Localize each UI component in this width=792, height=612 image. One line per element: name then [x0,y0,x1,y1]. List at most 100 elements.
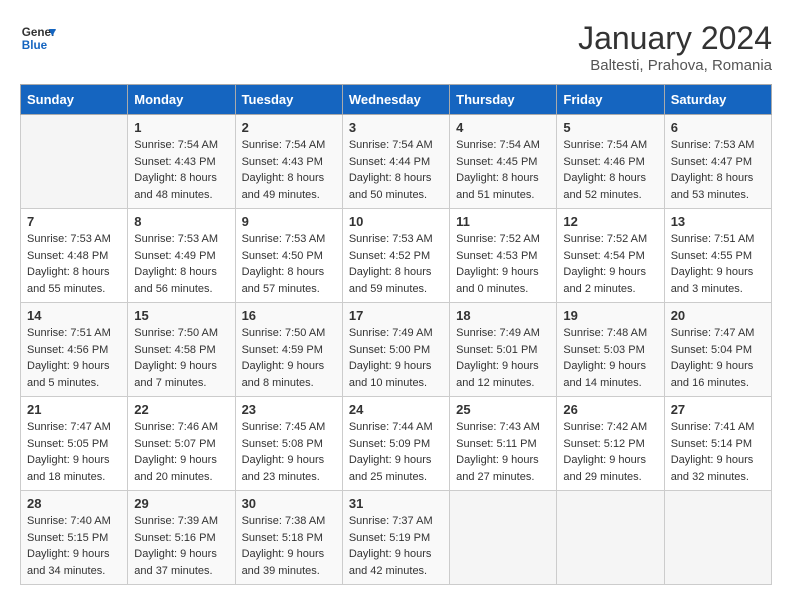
day-info: Sunrise: 7:51 AM Sunset: 4:55 PM Dayligh… [671,231,765,297]
day-info: Sunrise: 7:54 AM Sunset: 4:45 PM Dayligh… [456,137,550,203]
day-number: 16 [242,308,336,323]
calendar-cell: 30 Sunrise: 7:38 AM Sunset: 5:18 PM Dayli… [235,491,342,585]
calendar-cell: 6 Sunrise: 7:53 AM Sunset: 4:47 PM Daylig… [664,115,771,209]
day-info: Sunrise: 7:49 AM Sunset: 5:01 PM Dayligh… [456,325,550,391]
calendar-cell: 12 Sunrise: 7:52 AM Sunset: 4:54 PM Dayli… [557,209,664,303]
day-number: 2 [242,120,336,135]
day-info: Sunrise: 7:52 AM Sunset: 4:53 PM Dayligh… [456,231,550,297]
day-number: 24 [349,402,443,417]
logo-icon: General Blue [20,20,56,56]
calendar-cell: 18 Sunrise: 7:49 AM Sunset: 5:01 PM Dayli… [450,303,557,397]
calendar-cell: 25Sunrise: 7:43 AM Sunset: 5:11 PM Dayli… [450,397,557,491]
month-title: January 2024 [578,20,772,57]
calendar-cell: 3 Sunrise: 7:54 AM Sunset: 4:44 PM Daylig… [342,115,449,209]
day-number: 9 [242,214,336,229]
calendar-cell: 19Sunrise: 7:48 AM Sunset: 5:03 PM Dayli… [557,303,664,397]
logo: General Blue [20,20,56,56]
header-monday: Monday [128,85,235,115]
day-number: 6 [671,120,765,135]
calendar-cell: 31 Sunrise: 7:37 AM Sunset: 5:19 PM Dayli… [342,491,449,585]
calendar-cell [557,491,664,585]
day-number: 12 [563,214,657,229]
calendar-cell: 5Sunrise: 7:54 AM Sunset: 4:46 PM Daylig… [557,115,664,209]
day-number: 20 [671,308,765,323]
day-number: 30 [242,496,336,511]
day-info: Sunrise: 7:44 AM Sunset: 5:09 PM Dayligh… [349,419,443,485]
calendar-cell [450,491,557,585]
calendar-week-row: 28 Sunrise: 7:40 AM Sunset: 5:15 PM Dayli… [21,491,772,585]
day-info: Sunrise: 7:54 AM Sunset: 4:43 PM Dayligh… [242,137,336,203]
day-info: Sunrise: 7:54 AM Sunset: 4:43 PM Dayligh… [134,137,228,203]
day-info: Sunrise: 7:37 AM Sunset: 5:19 PM Dayligh… [349,513,443,579]
day-info: Sunrise: 7:42 AM Sunset: 5:12 PM Dayligh… [563,419,657,485]
calendar-cell: 29Sunrise: 7:39 AM Sunset: 5:16 PM Dayli… [128,491,235,585]
calendar-cell [664,491,771,585]
calendar-cell [21,115,128,209]
calendar-cell: 4 Sunrise: 7:54 AM Sunset: 4:45 PM Daylig… [450,115,557,209]
day-number: 28 [27,496,121,511]
day-number: 4 [456,120,550,135]
day-number: 10 [349,214,443,229]
day-info: Sunrise: 7:50 AM Sunset: 4:59 PM Dayligh… [242,325,336,391]
day-number: 15 [134,308,228,323]
calendar-week-row: 1 Sunrise: 7:54 AM Sunset: 4:43 PM Daylig… [21,115,772,209]
day-info: Sunrise: 7:52 AM Sunset: 4:54 PM Dayligh… [563,231,657,297]
day-info: Sunrise: 7:38 AM Sunset: 5:18 PM Dayligh… [242,513,336,579]
day-info: Sunrise: 7:47 AM Sunset: 5:04 PM Dayligh… [671,325,765,391]
calendar-cell: 28 Sunrise: 7:40 AM Sunset: 5:15 PM Dayli… [21,491,128,585]
calendar-week-row: 21 Sunrise: 7:47 AM Sunset: 5:05 PM Dayli… [21,397,772,491]
day-info: Sunrise: 7:47 AM Sunset: 5:05 PM Dayligh… [27,419,121,485]
calendar-cell: 20 Sunrise: 7:47 AM Sunset: 5:04 PM Dayli… [664,303,771,397]
svg-text:Blue: Blue [22,39,48,52]
calendar-cell: 17Sunrise: 7:49 AM Sunset: 5:00 PM Dayli… [342,303,449,397]
day-info: Sunrise: 7:40 AM Sunset: 5:15 PM Dayligh… [27,513,121,579]
day-number: 11 [456,214,550,229]
header-friday: Friday [557,85,664,115]
day-info: Sunrise: 7:50 AM Sunset: 4:58 PM Dayligh… [134,325,228,391]
header-thursday: Thursday [450,85,557,115]
day-info: Sunrise: 7:53 AM Sunset: 4:49 PM Dayligh… [134,231,228,297]
calendar-cell: 1 Sunrise: 7:54 AM Sunset: 4:43 PM Daylig… [128,115,235,209]
calendar-cell: 27Sunrise: 7:41 AM Sunset: 5:14 PM Dayli… [664,397,771,491]
day-info: Sunrise: 7:53 AM Sunset: 4:50 PM Dayligh… [242,231,336,297]
day-info: Sunrise: 7:54 AM Sunset: 4:46 PM Dayligh… [563,137,657,203]
day-number: 13 [671,214,765,229]
calendar-cell: 13 Sunrise: 7:51 AM Sunset: 4:55 PM Dayli… [664,209,771,303]
calendar-cell: 9 Sunrise: 7:53 AM Sunset: 4:50 PM Daylig… [235,209,342,303]
calendar-cell: 10 Sunrise: 7:53 AM Sunset: 4:52 PM Dayli… [342,209,449,303]
calendar-cell: 11 Sunrise: 7:52 AM Sunset: 4:53 PM Dayli… [450,209,557,303]
calendar-cell: 22Sunrise: 7:46 AM Sunset: 5:07 PM Dayli… [128,397,235,491]
day-info: Sunrise: 7:53 AM Sunset: 4:52 PM Dayligh… [349,231,443,297]
calendar-cell: 16 Sunrise: 7:50 AM Sunset: 4:59 PM Dayli… [235,303,342,397]
day-info: Sunrise: 7:45 AM Sunset: 5:08 PM Dayligh… [242,419,336,485]
day-number: 23 [242,402,336,417]
calendar-cell: 2 Sunrise: 7:54 AM Sunset: 4:43 PM Daylig… [235,115,342,209]
day-info: Sunrise: 7:54 AM Sunset: 4:44 PM Dayligh… [349,137,443,203]
calendar-cell: 8 Sunrise: 7:53 AM Sunset: 4:49 PM Daylig… [128,209,235,303]
day-info: Sunrise: 7:43 AM Sunset: 5:11 PM Dayligh… [456,419,550,485]
header-tuesday: Tuesday [235,85,342,115]
day-number: 31 [349,496,443,511]
calendar-cell: 21 Sunrise: 7:47 AM Sunset: 5:05 PM Dayli… [21,397,128,491]
day-number: 8 [134,214,228,229]
location-subtitle: Baltesti, Prahova, Romania [578,57,772,74]
day-number: 21 [27,402,121,417]
day-info: Sunrise: 7:53 AM Sunset: 4:48 PM Dayligh… [27,231,121,297]
day-info: Sunrise: 7:53 AM Sunset: 4:47 PM Dayligh… [671,137,765,203]
header-wednesday: Wednesday [342,85,449,115]
day-number: 26 [563,402,657,417]
day-number: 14 [27,308,121,323]
header-sunday: Sunday [21,85,128,115]
day-number: 1 [134,120,228,135]
calendar-cell: 15 Sunrise: 7:50 AM Sunset: 4:58 PM Dayli… [128,303,235,397]
page-header: General Blue January 2024 Baltesti, Prah… [20,20,772,74]
header-saturday: Saturday [664,85,771,115]
day-number: 18 [456,308,550,323]
calendar-week-row: 7Sunrise: 7:53 AM Sunset: 4:48 PM Daylig… [21,209,772,303]
day-number: 3 [349,120,443,135]
day-info: Sunrise: 7:39 AM Sunset: 5:16 PM Dayligh… [134,513,228,579]
day-number: 19 [563,308,657,323]
day-info: Sunrise: 7:41 AM Sunset: 5:14 PM Dayligh… [671,419,765,485]
calendar-week-row: 14Sunrise: 7:51 AM Sunset: 4:56 PM Dayli… [21,303,772,397]
calendar-cell: 24 Sunrise: 7:44 AM Sunset: 5:09 PM Dayli… [342,397,449,491]
